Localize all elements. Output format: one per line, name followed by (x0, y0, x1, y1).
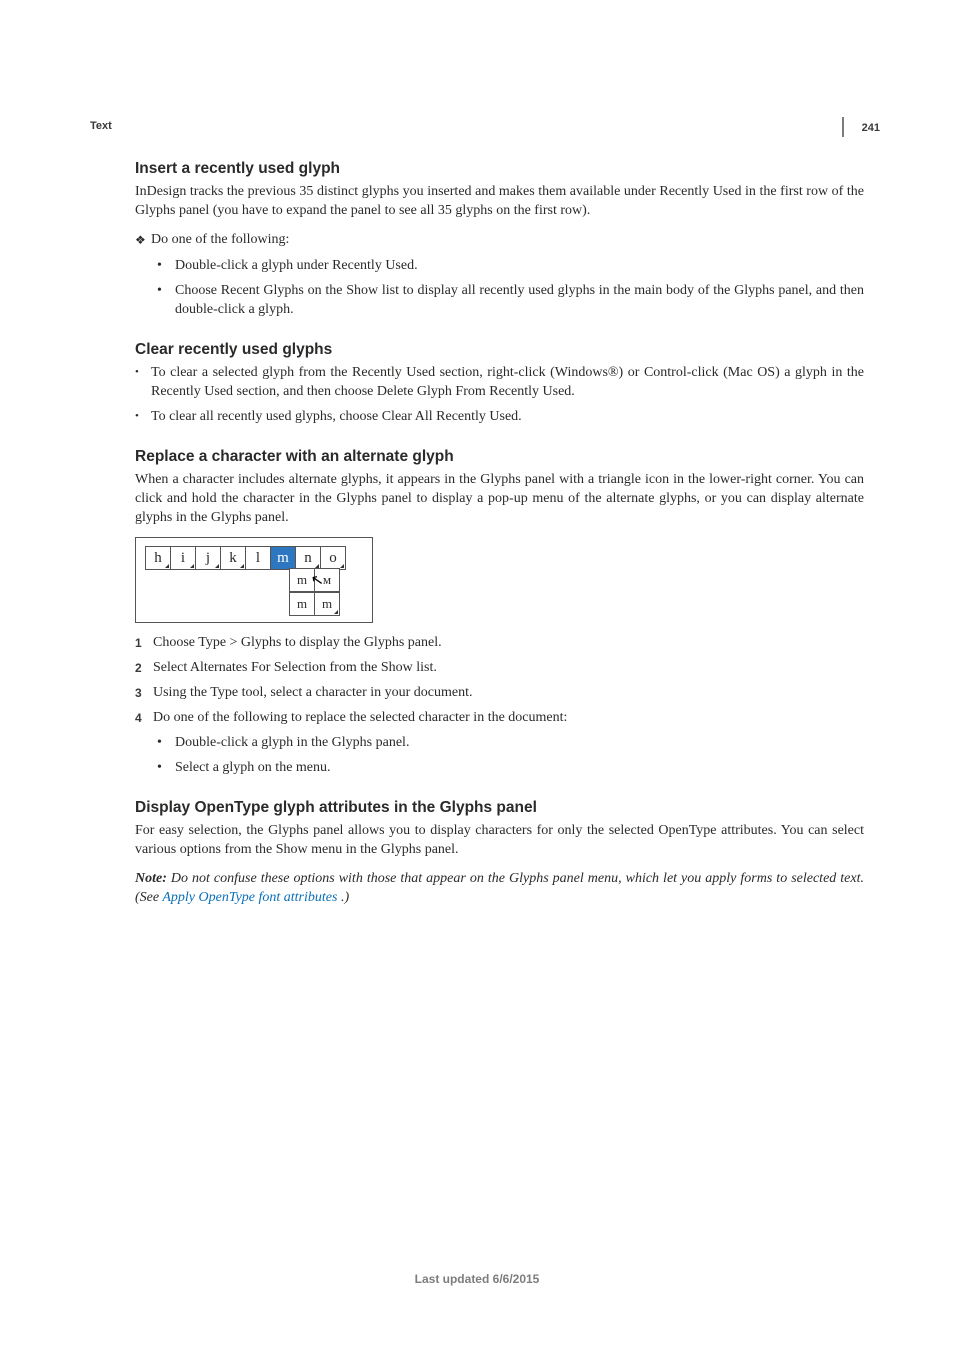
bullet-text: Choose Recent Glyphs on the Show list to… (175, 283, 864, 317)
glyph-popup-row-2: m m (290, 592, 340, 616)
glyph-cell[interactable]: l (245, 546, 271, 570)
step-text: Select Alternates For Selection from the… (153, 660, 437, 675)
glyph-char: l (256, 550, 260, 567)
popup-cell[interactable]: m (314, 592, 340, 616)
glyph-cell[interactable]: i (170, 546, 196, 570)
bullet-text: To clear a selected glyph from the Recen… (151, 365, 864, 399)
note-text-after: .) (337, 890, 349, 905)
alt-indicator-icon (190, 564, 194, 568)
content: Insert a recently used glyph InDesign tr… (90, 160, 874, 907)
page-footer: Last updated 6/6/2015 (0, 1272, 954, 1286)
bullet-text: Select a glyph on the menu. (175, 760, 331, 775)
list-item: Double-click a glyph under Recently Used… (157, 256, 864, 275)
section-label: Text (90, 120, 874, 132)
heading-display: Display OpenType glyph attributes in the… (135, 799, 864, 817)
alt-indicator-icon (334, 610, 338, 614)
glyph-cell[interactable]: h (145, 546, 171, 570)
glyph-char: m (297, 596, 307, 612)
heading-replace: Replace a character with an alternate gl… (135, 448, 864, 466)
glyph-cell-selected[interactable]: m (270, 546, 296, 570)
note-label: Note: (135, 871, 167, 886)
bullet-text: Double-click a glyph under Recently Used… (175, 258, 418, 273)
glyph-cell[interactable]: o (320, 546, 346, 570)
replace-steps: Choose Type > Glyphs to display the Glyp… (135, 633, 864, 777)
popup-cell[interactable]: m (289, 568, 315, 592)
page-number: 241 (862, 122, 880, 134)
display-note: Note: Do not confuse these options with … (135, 869, 864, 907)
glyph-popup-row-1: m ᴍ (290, 568, 340, 592)
list-item: Select a glyph on the menu. (157, 758, 864, 777)
glyph-cell[interactable]: k (220, 546, 246, 570)
step-item: Select Alternates For Selection from the… (135, 658, 864, 677)
bullet-text: Double-click a glyph in the Glyphs panel… (175, 735, 409, 750)
glyph-char: m (297, 572, 307, 588)
replace-body: When a character includes alternate glyp… (135, 470, 864, 527)
glyph-char: m (322, 596, 332, 612)
step-text: Using the Type tool, select a character … (153, 685, 473, 700)
glyph-char: ᴍ (323, 572, 331, 588)
step-item: Using the Type tool, select a character … (135, 683, 864, 702)
display-body: For easy selection, the Glyphs panel all… (135, 821, 864, 859)
glyph-char: i (181, 550, 185, 567)
alt-indicator-icon (240, 564, 244, 568)
glyph-char: n (304, 550, 312, 567)
glyph-char: j (206, 550, 210, 567)
glyph-figure: h i j k l m n o m ᴍ ↖ m m (135, 537, 373, 623)
glyph-char: o (329, 550, 337, 567)
insert-body: InDesign tracks the previous 35 distinct… (135, 182, 864, 220)
list-item: To clear a selected glyph from the Recen… (135, 363, 864, 401)
clear-bullets: To clear a selected glyph from the Recen… (135, 363, 864, 426)
glyph-cell[interactable]: n (295, 546, 321, 570)
bullet-text: To clear all recently used glyphs, choos… (151, 409, 522, 424)
list-item: Choose Recent Glyphs on the Show list to… (157, 281, 864, 319)
replace-sub-bullets: Double-click a glyph in the Glyphs panel… (157, 733, 864, 777)
alt-indicator-icon (215, 564, 219, 568)
alt-indicator-icon (165, 564, 169, 568)
step-item: Choose Type > Glyphs to display the Glyp… (135, 633, 864, 652)
step-text: Choose Type > Glyphs to display the Glyp… (153, 635, 442, 650)
glyph-cell[interactable]: j (195, 546, 221, 570)
page-number-wrap: 241 (844, 118, 880, 136)
glyph-char: h (154, 550, 162, 567)
list-item: Double-click a glyph in the Glyphs panel… (157, 733, 864, 752)
glyph-row: h i j k l m n o (146, 546, 346, 570)
popup-cell[interactable]: ᴍ (314, 568, 340, 592)
insert-lead: Do one of the following: (151, 230, 864, 249)
insert-bullets: Double-click a glyph under Recently Used… (157, 256, 864, 319)
list-item: To clear all recently used glyphs, choos… (135, 407, 864, 426)
note-link[interactable]: Apply OpenType font attributes (162, 890, 337, 905)
page-number-rule (842, 117, 844, 137)
heading-clear: Clear recently used glyphs (135, 341, 864, 359)
insert-lead-row: ❖ Do one of the following: (135, 230, 864, 250)
popup-cell[interactable]: m (289, 592, 315, 616)
glyph-char: m (277, 550, 289, 567)
alt-indicator-icon (340, 564, 344, 568)
glyph-char: k (229, 550, 237, 567)
step-text: Do one of the following to replace the s… (153, 710, 567, 725)
diamond-icon: ❖ (135, 230, 151, 250)
page: 241 Text Insert a recently used glyph In… (0, 0, 954, 1350)
step-item: Do one of the following to replace the s… (135, 708, 864, 777)
heading-insert: Insert a recently used glyph (135, 160, 864, 178)
